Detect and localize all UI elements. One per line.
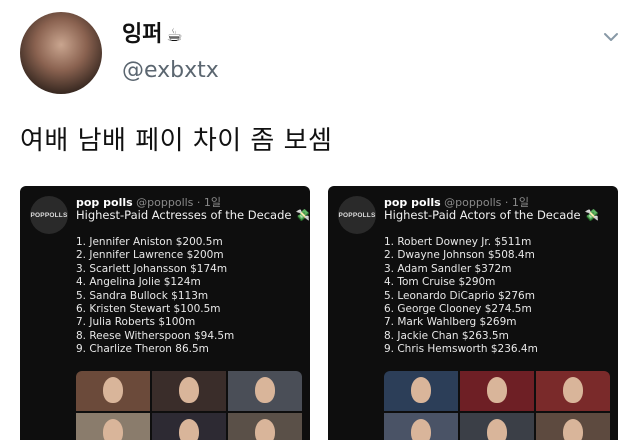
list-item: 2. Jennifer Lawrence $200m — [76, 249, 224, 262]
money-emoji-icon: 💸 — [295, 208, 310, 222]
poppolls-logo: POPPOLLS — [338, 196, 376, 234]
poppolls-logo: POPPOLLS — [30, 196, 68, 234]
embedded-tweet-title: Highest-Paid Actresses of the Decade 💸 — [76, 208, 310, 222]
coffee-emoji-icon: ☕ — [166, 25, 183, 46]
list-item: 4. Angelina Jolie $124m — [76, 276, 201, 289]
list-item: 1. Jennifer Aniston $200.5m — [76, 236, 223, 248]
tweet-text: 여배 남배 페이 차이 좀 보셈 — [20, 126, 333, 156]
list-item: 8. Reese Witherspoon $94.5m — [76, 329, 235, 342]
list-item: 7. Mark Wahlberg $269m — [384, 316, 517, 329]
photo-grid[interactable] — [76, 371, 302, 440]
list-item: 5. Sandra Bullock $113m — [76, 289, 209, 302]
photo-thumbnail[interactable] — [536, 413, 610, 440]
photo-thumbnail[interactable] — [384, 413, 458, 440]
list-item: 5. Leonardo DiCaprio $276m — [384, 289, 535, 302]
photo-grid[interactable] — [384, 371, 610, 440]
list-item: 9. Charlize Theron 86.5m — [76, 343, 209, 356]
photo-thumbnail[interactable] — [460, 371, 534, 411]
chevron-down-icon[interactable] — [600, 26, 622, 48]
list-item: 6. George Clooney $274.5m — [384, 303, 532, 316]
list-item: 7. Julia Roberts $100m — [76, 316, 196, 329]
photo-thumbnail[interactable] — [384, 371, 458, 411]
list-item: 2. Dwayne Johnson $508.4m — [384, 249, 535, 262]
photo-thumbnail[interactable] — [76, 413, 150, 440]
photo-thumbnail[interactable] — [228, 413, 302, 440]
author-avatar[interactable] — [20, 12, 102, 94]
photo-thumbnail[interactable] — [76, 371, 150, 411]
embedded-title-text: Highest-Paid Actresses of the Decade — [76, 208, 292, 222]
photo-thumbnail[interactable] — [152, 413, 226, 440]
attached-image-actors[interactable]: POPPOLLS pop polls @poppolls · 1일 Highes… — [328, 186, 618, 440]
photo-thumbnail[interactable] — [228, 371, 302, 411]
list-item: 4. Tom Cruise $290m — [384, 276, 496, 289]
list-item: 3. Adam Sandler $372m — [384, 262, 512, 275]
list-item: 6. Kristen Stewart $100.5m — [76, 303, 221, 316]
photo-thumbnail[interactable] — [536, 371, 610, 411]
author-name[interactable]: 잉퍼 ☕ — [122, 16, 183, 48]
money-emoji-icon: 💸 — [584, 208, 599, 222]
embedded-tweet-title: Highest-Paid Actors of the Decade 💸 — [384, 208, 599, 222]
list-item: 8. Jackie Chan $263.5m — [384, 329, 509, 342]
list-item: 1. Robert Downey Jr. $511m — [384, 236, 532, 248]
author-name-text: 잉퍼 — [122, 22, 163, 47]
ranking-list: 1. Jennifer Aniston $200.5m 2. Jennifer … — [76, 236, 234, 357]
author-handle[interactable]: @exbxtx — [122, 58, 219, 83]
photo-thumbnail[interactable] — [460, 413, 534, 440]
list-item: 3. Scarlett Johansson $174m — [76, 262, 228, 275]
photo-thumbnail[interactable] — [152, 371, 226, 411]
list-item: 9. Chris Hemsworth $236.4m — [384, 343, 538, 356]
embedded-title-text: Highest-Paid Actors of the Decade — [384, 208, 581, 222]
ranking-list: 1. Robert Downey Jr. $511m 2. Dwayne Joh… — [384, 236, 538, 357]
attached-image-actresses[interactable]: POPPOLLS pop polls @poppolls · 1일 Highes… — [20, 186, 310, 440]
